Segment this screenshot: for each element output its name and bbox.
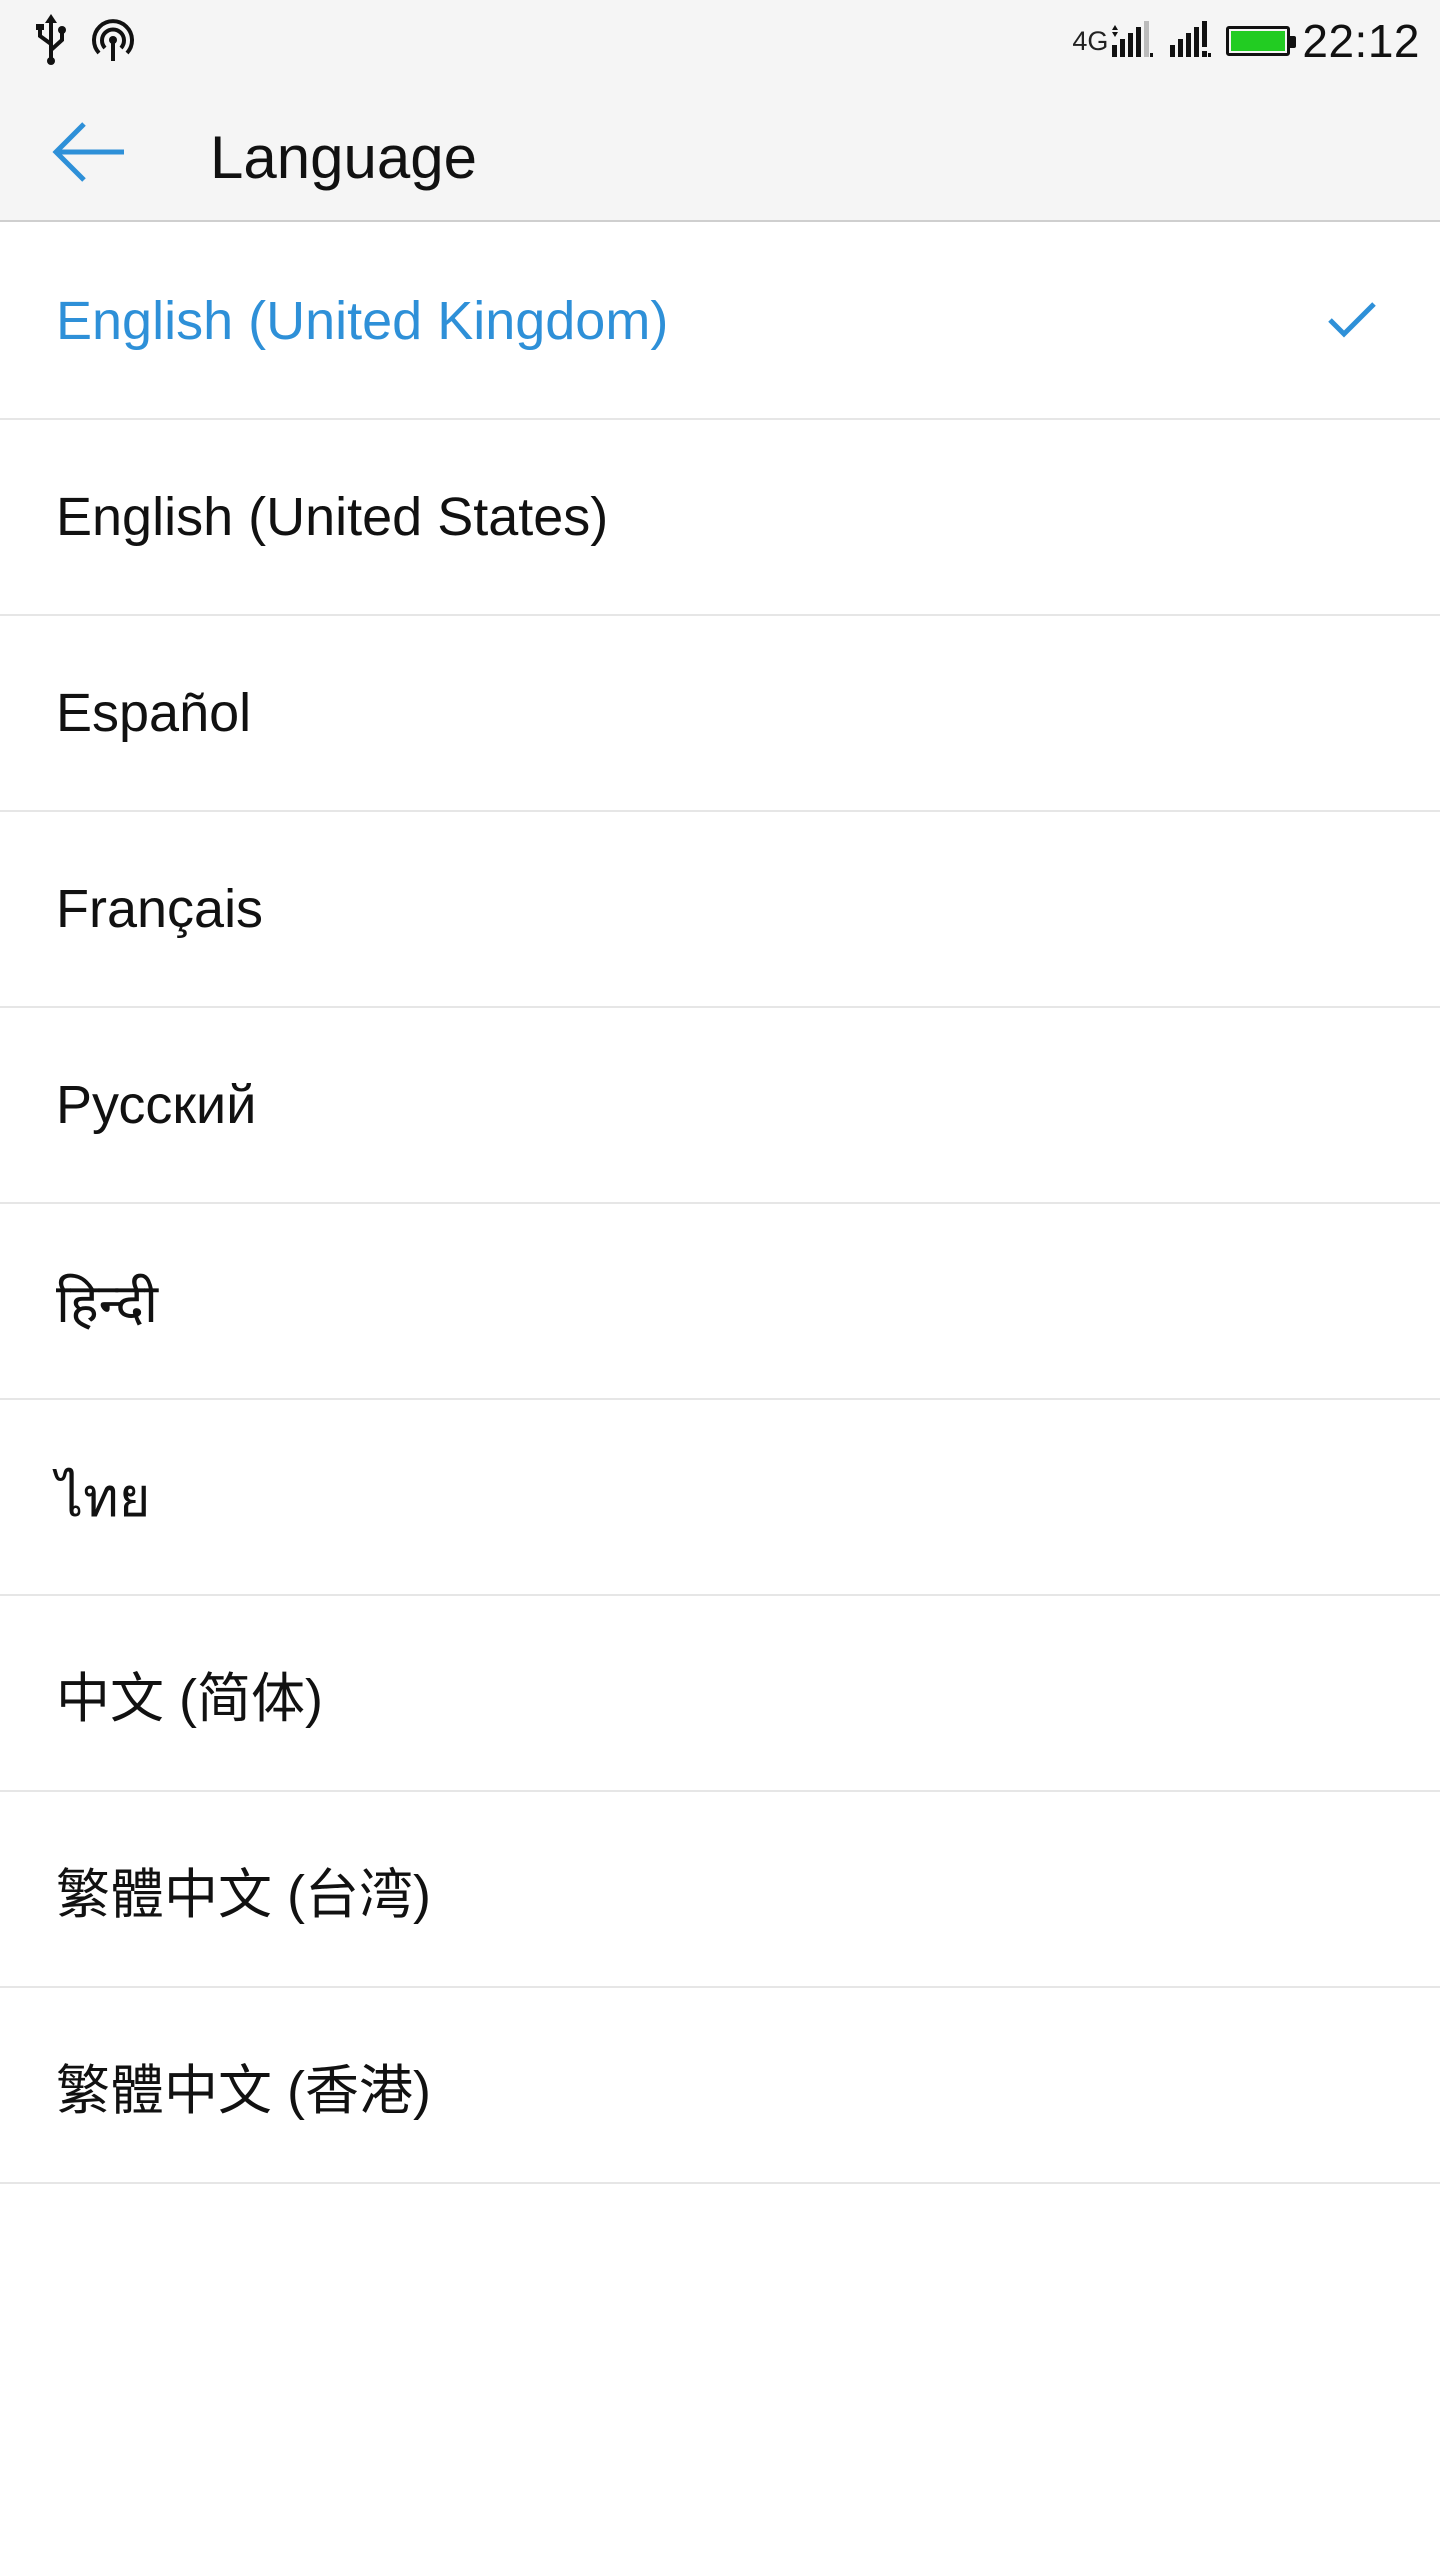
network-type-label: 4G xyxy=(1072,25,1109,56)
usb-icon xyxy=(34,13,68,71)
language-option[interactable]: ไทย xyxy=(0,1400,1440,1596)
language-option[interactable]: हिन्दी xyxy=(0,1204,1440,1400)
status-time: 22:12 xyxy=(1302,15,1420,67)
arrow-left-icon xyxy=(52,122,124,182)
battery-level-fill xyxy=(1231,31,1286,51)
language-list: English (United Kingdom) English (United … xyxy=(0,224,1440,2184)
checkmark-icon xyxy=(1328,302,1376,338)
status-bar-right: 4G 22:12 xyxy=(1072,8,1420,74)
language-option[interactable]: English (United States) xyxy=(0,420,1440,616)
language-option[interactable]: 中文 (简体) xyxy=(0,1596,1440,1792)
language-option-label: हिन्दी xyxy=(56,1274,159,1334)
language-option[interactable]: Español xyxy=(0,616,1440,812)
language-option[interactable]: Français xyxy=(0,812,1440,1008)
status-bar-left xyxy=(34,12,136,72)
language-option[interactable]: English (United Kingdom) xyxy=(0,224,1440,420)
back-button[interactable] xyxy=(52,120,128,184)
battery-icon xyxy=(1226,26,1297,56)
language-option-label: 繁體中文 (香港) xyxy=(56,2060,431,2121)
language-option-label: Français xyxy=(56,879,264,939)
app-bar: Language xyxy=(0,82,1440,222)
page-title: Language xyxy=(210,124,477,191)
signal-sim1-icon xyxy=(1110,19,1154,64)
language-option-label: English (United Kingdom) xyxy=(56,291,669,351)
language-option[interactable]: 繁體中文 (台湾) xyxy=(0,1792,1440,1988)
language-option-label: English (United States) xyxy=(56,487,609,547)
language-option[interactable]: 繁體中文 (香港) xyxy=(0,1988,1440,2184)
hotspot-icon xyxy=(90,17,136,68)
language-option[interactable]: Русский xyxy=(0,1008,1440,1204)
status-bar: 4G 22:12 xyxy=(0,0,1440,82)
language-option-label: Русский xyxy=(56,1075,257,1135)
language-option-label: 中文 (简体) xyxy=(56,1668,323,1729)
language-option-label: Español xyxy=(56,683,252,743)
language-option-label: 繁體中文 (台湾) xyxy=(56,1864,431,1925)
language-settings-screen: 4G 22:12 Language English (United Kingdo… xyxy=(0,0,1440,2560)
language-option-label: ไทย xyxy=(56,1468,151,1528)
signal-sim2-icon xyxy=(1168,19,1212,64)
